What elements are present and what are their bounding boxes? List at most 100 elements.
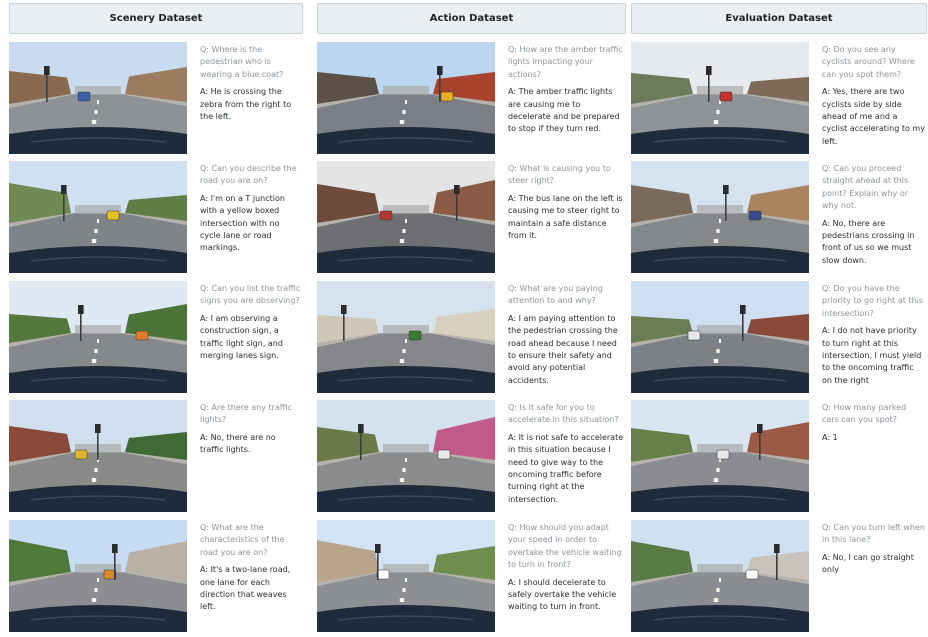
dashcam-frame-image: [9, 400, 187, 512]
answer-text: A: It is not safe to accelerate in this …: [508, 432, 624, 504]
traffic-light: [112, 544, 118, 553]
dashcam-frame-image: [317, 161, 495, 273]
qa-example-row: Q: Can you describe the road you are on?…: [9, 161, 301, 273]
answer-text: A: I am observing a construction sign, a…: [200, 313, 283, 361]
car-bonnet: [631, 246, 809, 273]
horizon: [75, 325, 121, 334]
lane-marking: [719, 339, 721, 343]
qa-text: Q: Can you list the traffic signs you ar…: [200, 283, 301, 362]
qa-text: Q: Is it safe for you to accelerate in t…: [508, 402, 625, 506]
horizon: [383, 86, 429, 95]
qa-text: Q: What are you paying attention to and …: [508, 283, 625, 387]
question-text: Q: Is it safe for you to accelerate in t…: [508, 403, 619, 425]
traffic-light: [95, 424, 101, 433]
qa-example-row: Q: What is causing you to steer right? A:…: [317, 161, 625, 273]
horizon: [697, 205, 743, 214]
car-bonnet: [9, 605, 187, 632]
question-text: Q: Can you turn left when in this lane?: [822, 523, 925, 545]
action-dataset-header: Action Dataset: [317, 3, 626, 34]
dashcam-frame-image: [317, 400, 495, 512]
car-bonnet: [317, 605, 495, 632]
lane-marking: [399, 120, 405, 124]
answer-text: A: He is crossing the zebra from the rig…: [200, 87, 292, 122]
dashcam-frame: [9, 400, 187, 512]
lane-marking: [402, 468, 406, 472]
lane-marking: [402, 110, 406, 114]
car-bonnet: [317, 485, 495, 512]
car-bonnet: [317, 366, 495, 393]
action-dataset-column: Action Dataset Q: How are the amber traff…: [317, 3, 626, 637]
qa-text: Q: How many parked cars can you spot? A: …: [822, 402, 925, 444]
question-text: Q: Can you describe the road you are on?: [200, 164, 297, 186]
answer-text: A: The bus lane on the left is causing m…: [508, 193, 623, 241]
qa-example-row: Q: How many parked cars can you spot? A: …: [631, 400, 925, 512]
question-text: Q: Can you list the traffic signs you ar…: [200, 284, 301, 306]
traffic-light: [375, 544, 381, 553]
horizon: [697, 325, 743, 334]
lane-marking: [713, 359, 719, 363]
question-text: Q: How are the amber traffic lights impa…: [508, 45, 623, 79]
question-text: Q: Do you have the priority to go right …: [822, 284, 924, 318]
dashcam-frame: [9, 520, 187, 632]
dashcam-frame: [317, 281, 495, 393]
traffic-light: [341, 305, 347, 314]
scenery-dataset-header: Scenery Dataset: [9, 3, 303, 34]
question-text: Q: What are you paying attention to and …: [508, 284, 603, 306]
lane-marking: [91, 598, 97, 602]
traffic-light: [358, 424, 364, 433]
question-text: Q: What are the characteristics of the r…: [200, 523, 285, 557]
answer-text: A: No, there are pedestrians crossing in…: [822, 218, 915, 265]
traffic-light: [454, 185, 460, 194]
answer-text: A: I do not have priority to turn right …: [822, 326, 922, 385]
lane-marking: [94, 229, 98, 233]
traffic-light: [706, 66, 712, 75]
lane-marking: [399, 359, 405, 363]
lane-marking: [716, 468, 720, 472]
scenery-dataset-column: Scenery Dataset Q: Where is the pedestria…: [9, 3, 303, 637]
dashcam-frame-image: [9, 281, 187, 393]
scene-object: [74, 449, 88, 460]
qa-text: Q: Do you have the priority to go right …: [822, 283, 925, 387]
lane-marking: [402, 229, 406, 233]
scene-object: [77, 91, 91, 102]
lane-marking: [91, 120, 97, 124]
dashcam-frame: [9, 281, 187, 393]
lane-marking: [713, 120, 719, 124]
lane-marking: [91, 359, 97, 363]
dashcam-frame-image: [317, 281, 495, 393]
qa-text: Q: Can you turn left when in this lane? A…: [822, 522, 925, 577]
car-bonnet: [317, 246, 495, 273]
dashcam-frame-image: [317, 520, 495, 632]
car-bonnet: [631, 605, 809, 632]
scene-object: [719, 91, 733, 102]
traffic-light: [774, 544, 780, 553]
dashcam-frame-image: [631, 42, 809, 154]
lane-marking: [719, 578, 721, 582]
lane-marking: [97, 578, 99, 582]
car-bonnet: [9, 366, 187, 393]
qa-example-row: Q: What are you paying attention to and …: [317, 281, 625, 393]
car-bonnet: [631, 366, 809, 393]
lane-marking: [405, 219, 407, 223]
scene-object: [437, 449, 451, 460]
scene-object: [748, 210, 762, 221]
car-bonnet: [317, 127, 495, 154]
dashcam-frame-image: [631, 281, 809, 393]
scene-object: [716, 449, 730, 460]
answer-text: A: The amber traffic lights are causing …: [508, 87, 620, 134]
qa-text: Q: Are there any traffic lights? A: No, t…: [200, 402, 301, 457]
qa-example-row: Q: How are the amber traffic lights impa…: [317, 42, 625, 154]
dashcam-frame: [317, 42, 495, 154]
horizon: [697, 564, 743, 573]
qa-text: Q: What are the characteristics of the r…: [200, 522, 301, 614]
dashcam-frame: [631, 42, 809, 154]
scene-object: [379, 210, 393, 221]
dashcam-frame: [317, 520, 495, 632]
lane-marking: [405, 458, 407, 462]
lane-marking: [716, 588, 720, 592]
dashcam-frame-image: [631, 520, 809, 632]
lane-marking: [716, 229, 720, 233]
lane-marking: [716, 110, 720, 114]
lane-marking: [97, 100, 99, 104]
traffic-light: [61, 185, 67, 194]
